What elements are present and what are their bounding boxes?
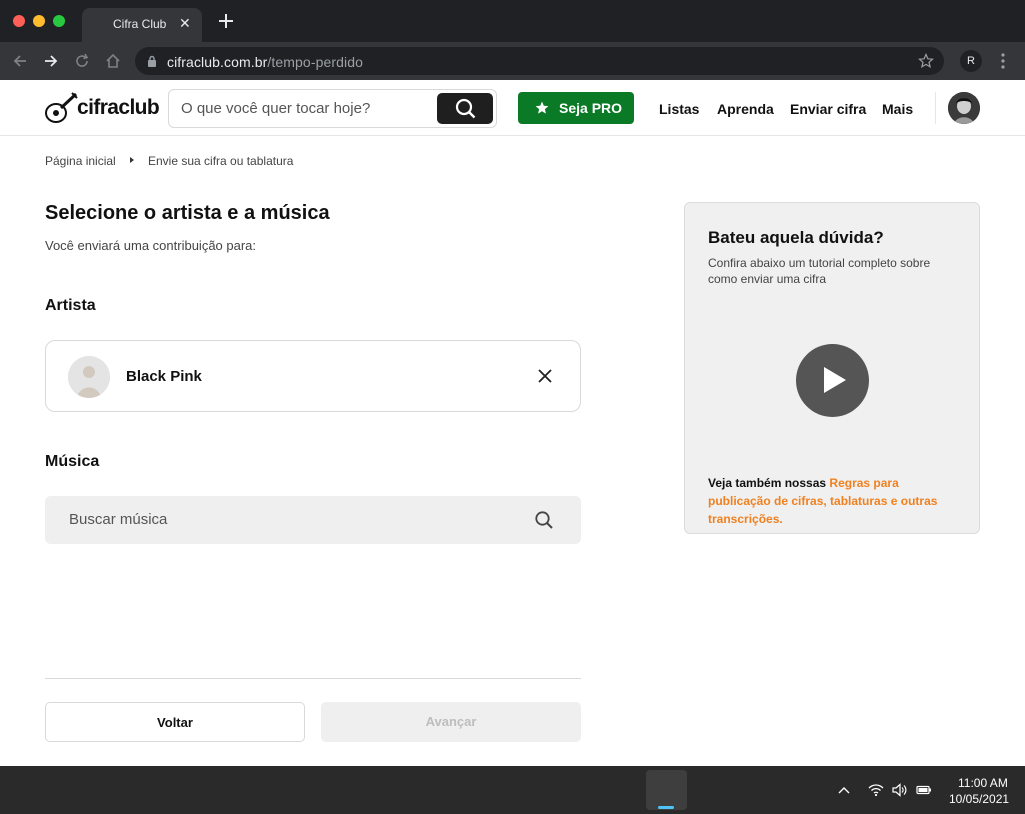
maximize-window-button[interactable]: [53, 15, 65, 27]
clock-date[interactable]: 10/05/2021: [949, 792, 1009, 806]
logo-text: cifraclub: [77, 96, 160, 119]
address-bar[interactable]: cifraclub.com.br/tempo-perdido: [135, 47, 944, 75]
breadcrumb-home[interactable]: Página inicial: [45, 154, 116, 168]
search-icon[interactable]: [534, 510, 554, 530]
back-button-label: Voltar: [157, 715, 193, 730]
cifraclub-logo[interactable]: cifraclub: [44, 90, 160, 126]
chevron-up-icon[interactable]: [836, 782, 852, 798]
form-divider: [45, 678, 581, 679]
tutorial-play-button[interactable]: [796, 344, 869, 417]
help-footer: Veja também nossas Regras para publicaçã…: [708, 474, 964, 528]
play-icon: [824, 367, 846, 393]
site-search-box[interactable]: O que você quer tocar hoje?: [168, 89, 497, 128]
battery-icon[interactable]: [916, 782, 932, 798]
seja-pro-button[interactable]: Seja PRO: [518, 92, 634, 124]
seja-pro-label: Seja PRO: [559, 100, 623, 116]
artist-placeholder-icon: [68, 356, 110, 398]
site-search-button[interactable]: [437, 93, 493, 124]
user-photo-icon: [948, 92, 980, 124]
breadcrumb-chevron-icon: [130, 157, 134, 163]
browser-menu-icon[interactable]: [1000, 52, 1006, 70]
page-title: Selecione o artista e a música: [45, 202, 330, 224]
help-card: Bateu aquela dúvida? Confira abaixo um t…: [684, 202, 980, 534]
clock-time[interactable]: 11:00 AM: [958, 776, 1008, 790]
url-text: cifraclub.com.br/tempo-perdido: [167, 54, 363, 70]
help-description: Confira abaixo um tutorial completo sobr…: [708, 256, 931, 286]
header-divider: [935, 92, 936, 124]
site-header: cifraclub O que você quer tocar hoje? Se…: [0, 80, 1025, 136]
remove-artist-close-icon[interactable]: [536, 367, 554, 385]
search-icon: [455, 98, 476, 119]
home-icon[interactable]: [104, 52, 122, 70]
bookmark-star-icon[interactable]: [918, 53, 934, 69]
nav-mais[interactable]: Mais: [882, 101, 913, 117]
artist-name: Black Pink: [126, 368, 202, 385]
nav-enviar-cifra[interactable]: Enviar cifra: [790, 101, 866, 117]
volume-icon[interactable]: [891, 782, 907, 798]
browser-profile-avatar[interactable]: R: [960, 50, 982, 72]
taskbar-app-button[interactable]: [646, 770, 687, 810]
music-search-field[interactable]: Buscar música: [45, 496, 581, 544]
help-footer-text: Veja também nossas: [708, 476, 830, 490]
breadcrumb-current: Envie sua cifra ou tablatura: [148, 154, 294, 168]
nav-aprenda[interactable]: Aprenda: [717, 101, 774, 117]
back-button[interactable]: Voltar: [45, 702, 305, 742]
next-button-label: Avançar: [425, 714, 477, 729]
help-title: Bateu aquela dúvida?: [708, 228, 884, 247]
tab-title: Cifra Club: [113, 17, 167, 31]
guitar-logo-icon: [45, 92, 78, 123]
active-app-indicator: [658, 806, 674, 809]
user-avatar[interactable]: [948, 92, 980, 124]
next-button[interactable]: Avançar: [321, 702, 581, 742]
lock-icon: [148, 55, 156, 67]
artist-avatar: [68, 356, 110, 398]
wifi-icon[interactable]: [868, 782, 884, 798]
browser-toolbar: cifraclub.com.br/tempo-perdido: [0, 42, 1025, 80]
reload-icon[interactable]: [73, 52, 91, 70]
page-subtitle: Você enviará uma contribuição para:: [45, 238, 257, 253]
new-tab-icon[interactable]: [217, 12, 235, 30]
nav-listas[interactable]: Listas: [659, 101, 699, 117]
selected-artist-card: Black Pink: [45, 340, 581, 412]
back-arrow-icon[interactable]: [11, 52, 29, 70]
os-taskbar: 11:00 AM 10/05/2021: [0, 766, 1025, 814]
music-section-label: Música: [45, 453, 100, 470]
close-window-button[interactable]: [13, 15, 25, 27]
artist-section-label: Artista: [45, 297, 96, 314]
music-search-input[interactable]: Buscar música: [69, 511, 167, 528]
browser-tab[interactable]: Cifra Club ✕: [82, 8, 202, 42]
minimize-window-button[interactable]: [33, 15, 45, 27]
tab-close-icon[interactable]: ✕: [179, 15, 191, 31]
site-search-input[interactable]: O que você quer tocar hoje?: [181, 100, 370, 117]
browser-tab-bar: Cifra Club ✕: [0, 0, 1025, 42]
star-icon: [535, 101, 549, 114]
forward-arrow-icon[interactable]: [42, 52, 60, 70]
